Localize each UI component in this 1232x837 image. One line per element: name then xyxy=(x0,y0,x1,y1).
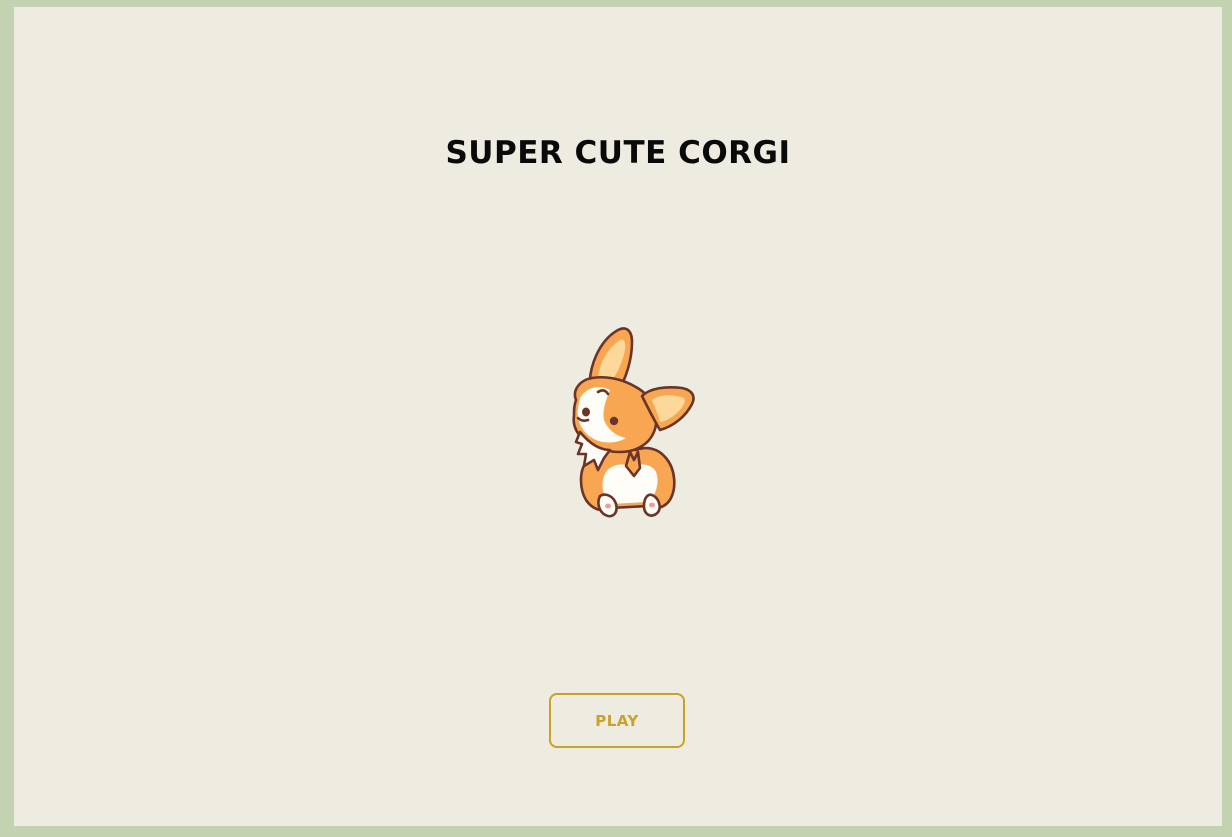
play-button[interactable]: PLAY xyxy=(549,693,685,748)
game-screen: SUPER CUTE CORGI PLAY xyxy=(14,7,1222,826)
corgi-icon xyxy=(572,327,695,518)
game-title: SUPER CUTE CORGI xyxy=(445,135,791,171)
